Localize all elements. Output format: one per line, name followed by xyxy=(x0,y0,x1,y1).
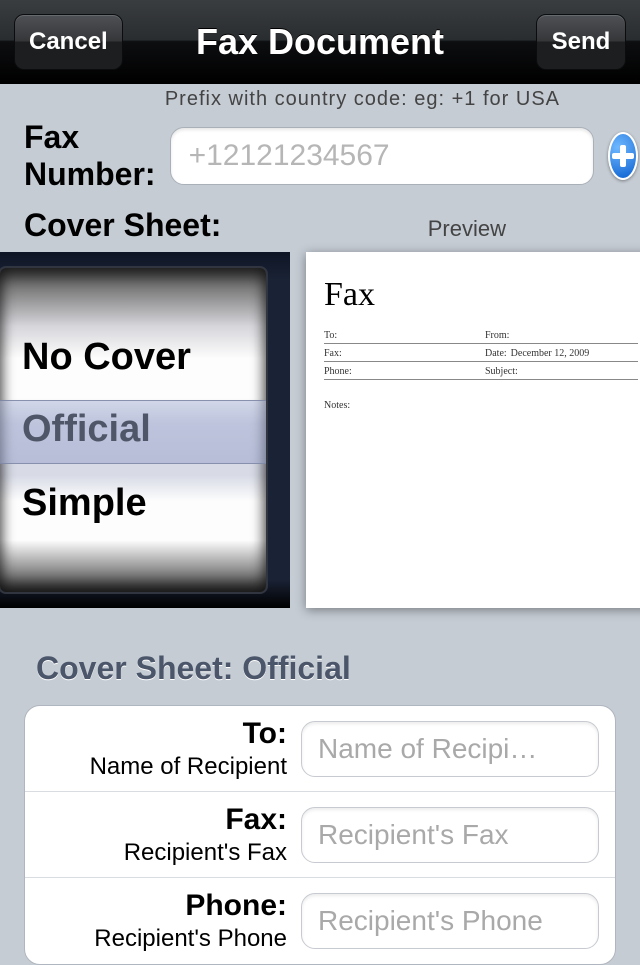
form-label: Phone: xyxy=(25,889,287,923)
page-title: Fax Document xyxy=(196,21,444,63)
picker-option[interactable]: Simple xyxy=(22,482,147,525)
hint-text: Prefix with country code: eg: +1 for USA xyxy=(24,84,616,117)
form-sublabel: Name of Recipient xyxy=(25,753,287,781)
section-title: Cover Sheet: Official xyxy=(36,650,616,687)
navbar: Cancel Fax Document Send xyxy=(0,0,640,84)
send-button[interactable]: Send xyxy=(536,14,626,70)
cover-sheet-picker[interactable]: No Cover Official Simple xyxy=(0,252,290,608)
picker-option[interactable]: No Cover xyxy=(22,336,191,379)
add-contact-button[interactable] xyxy=(608,132,638,180)
form-label: Fax: xyxy=(25,803,287,837)
fax-number-input[interactable] xyxy=(170,127,594,185)
form-row-phone: Phone: Recipient's Phone xyxy=(25,878,615,964)
recipient-phone-input[interactable] xyxy=(301,893,599,949)
preview-field: To: From: xyxy=(324,326,638,344)
form-label: To: xyxy=(25,717,287,751)
recipient-fax-input[interactable] xyxy=(301,807,599,863)
preview-fax-title: Fax xyxy=(324,276,638,314)
form-row-to: To: Name of Recipient xyxy=(25,706,615,792)
cancel-button[interactable]: Cancel xyxy=(14,14,123,70)
to-input[interactable] xyxy=(301,721,599,777)
cover-preview[interactable]: Fax To: From: Fax: Date:December 12, 200… xyxy=(306,252,640,608)
form-sublabel: Recipient's Phone xyxy=(25,925,287,953)
preview-field: Phone: Subject: xyxy=(324,362,638,380)
cover-sheet-form: To: Name of Recipient Fax: Recipient's F… xyxy=(24,705,616,965)
preview-label: Preview xyxy=(428,216,506,242)
plus-icon xyxy=(610,143,636,169)
picker-option-selected[interactable]: Official xyxy=(22,408,151,451)
form-row-fax: Fax: Recipient's Fax xyxy=(25,792,615,878)
form-sublabel: Recipient's Fax xyxy=(25,839,287,867)
fax-number-label: Fax Number: xyxy=(24,119,156,193)
cover-sheet-label: Cover Sheet: xyxy=(24,207,221,244)
picker-wheel[interactable]: No Cover Official Simple xyxy=(0,266,268,594)
preview-field: Fax: Date:December 12, 2009 xyxy=(324,344,638,362)
preview-notes: Notes: xyxy=(324,400,638,411)
